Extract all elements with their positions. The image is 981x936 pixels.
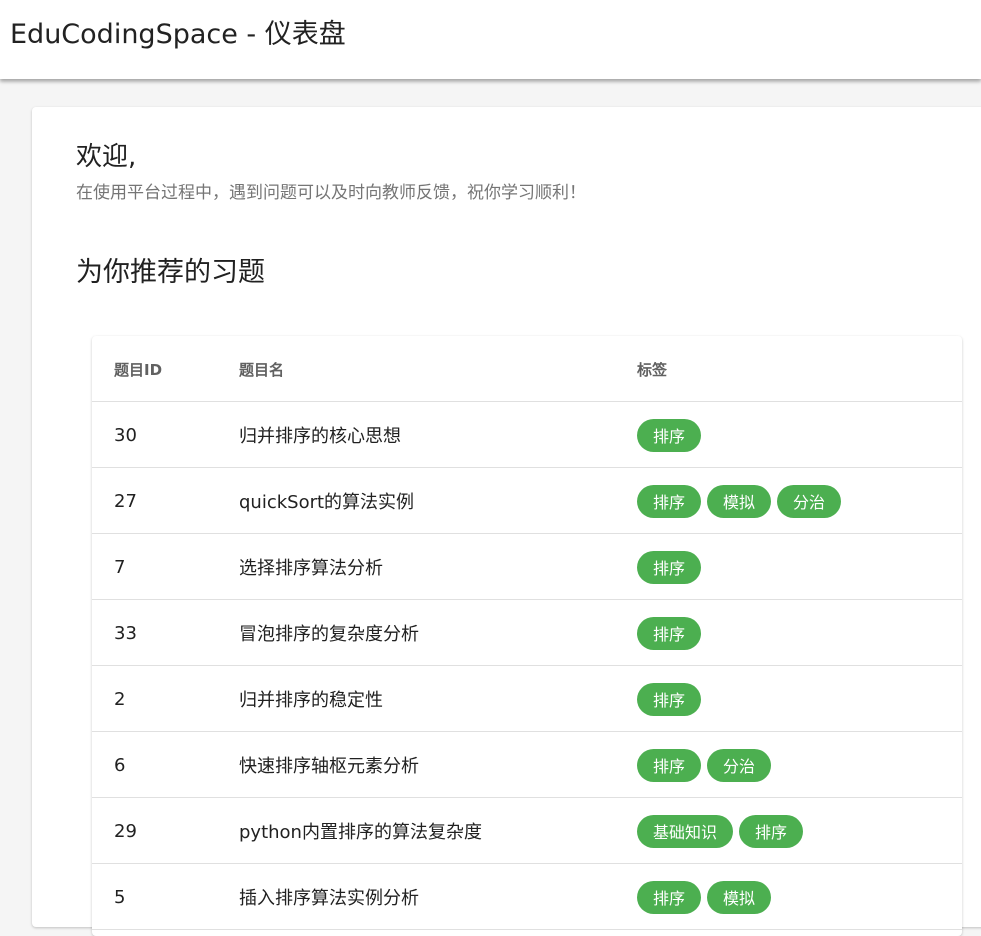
recommend-title: 为你推荐的习题 <box>76 257 265 288</box>
problem-tags: 排序 模拟 <box>637 864 957 930</box>
header-tags: 标签 <box>637 360 668 379</box>
problem-id: 5 <box>114 886 126 908</box>
table-body: 30 归并排序的核心思想 排序 27 quickSort的算法实例 排序 模拟 分治 7 选择排序… <box>92 402 962 930</box>
table-row[interactable]: 2 归并排序的稳定性 排序 <box>92 666 962 732</box>
tag-chip[interactable]: 排序 <box>637 616 702 650</box>
problem-name[interactable]: quickSort的算法实例 <box>239 468 629 534</box>
dashboard-card: 欢迎, 在使用平台过程中，遇到问题可以及时向教师反馈，祝你学习顺利！ 为你推荐的… <box>32 107 981 936</box>
tag-chip[interactable]: 分治 <box>777 484 842 518</box>
tag-chip[interactable]: 排序 <box>637 748 702 782</box>
problem-name[interactable]: 冒泡排序的复杂度分析 <box>239 600 629 666</box>
tag-chip[interactable]: 排序 <box>739 814 804 848</box>
tag-chip[interactable]: 排序 <box>637 550 702 584</box>
problem-id: 6 <box>114 754 126 776</box>
problem-id: 30 <box>114 424 137 446</box>
tag-chip[interactable]: 模拟 <box>707 484 772 518</box>
table-header: 题目ID 题目名 标签 <box>92 336 962 402</box>
problem-tags: 基础知识 排序 <box>637 798 957 864</box>
problem-id: 29 <box>114 820 137 842</box>
tag-chip[interactable]: 模拟 <box>707 880 772 914</box>
tag-chip[interactable]: 排序 <box>637 418 702 452</box>
tag-chip[interactable]: 排序 <box>637 682 702 716</box>
table-row[interactable]: 29 python内置排序的算法复杂度 基础知识 排序 <box>92 798 962 864</box>
problem-id: 2 <box>114 688 126 710</box>
problem-name[interactable]: 插入排序算法实例分析 <box>239 864 629 930</box>
table-row[interactable]: 6 快速排序轴枢元素分析 排序 分治 <box>92 732 962 798</box>
table-row[interactable]: 5 插入排序算法实例分析 排序 模拟 <box>92 864 962 930</box>
header-name: 题目名 <box>239 360 285 379</box>
problem-name[interactable]: 归并排序的稳定性 <box>239 666 629 732</box>
problem-tags: 排序 <box>637 534 957 600</box>
problem-id: 27 <box>114 490 137 512</box>
problem-name[interactable]: 选择排序算法分析 <box>239 534 629 600</box>
tag-chip[interactable]: 排序 <box>637 880 702 914</box>
problem-tags: 排序 模拟 分治 <box>637 468 957 534</box>
problem-name[interactable]: python内置排序的算法复杂度 <box>239 798 629 864</box>
welcome-heading: 欢迎, <box>76 142 137 172</box>
welcome-message: 在使用平台过程中，遇到问题可以及时向教师反馈，祝你学习顺利！ <box>76 183 586 203</box>
recommend-table: 题目ID 题目名 标签 30 归并排序的核心思想 排序 27 quickSort的算法实… <box>92 336 962 936</box>
header-id: 题目ID <box>114 360 163 379</box>
tag-chip[interactable]: 基础知识 <box>637 814 734 848</box>
problem-id: 33 <box>114 622 137 644</box>
tag-chip[interactable]: 排序 <box>637 484 702 518</box>
problem-name[interactable]: 归并排序的核心思想 <box>239 402 629 468</box>
problem-id: 7 <box>114 556 126 578</box>
problem-tags: 排序 <box>637 402 957 468</box>
tag-chip[interactable]: 分治 <box>707 748 772 782</box>
problem-tags: 排序 分治 <box>637 732 957 798</box>
table-row[interactable]: 27 quickSort的算法实例 排序 模拟 分治 <box>92 468 962 534</box>
problem-tags: 排序 <box>637 666 957 732</box>
problem-tags: 排序 <box>637 600 957 666</box>
table-row[interactable]: 30 归并排序的核心思想 排序 <box>92 402 962 468</box>
table-row[interactable]: 33 冒泡排序的复杂度分析 排序 <box>92 600 962 666</box>
table-row[interactable]: 7 选择排序算法分析 排序 <box>92 534 962 600</box>
app-bar: EduCodingSpace - 仪表盘 <box>0 0 981 79</box>
app-title: EduCodingSpace - 仪表盘 <box>10 19 346 50</box>
problem-name[interactable]: 快速排序轴枢元素分析 <box>239 732 629 798</box>
